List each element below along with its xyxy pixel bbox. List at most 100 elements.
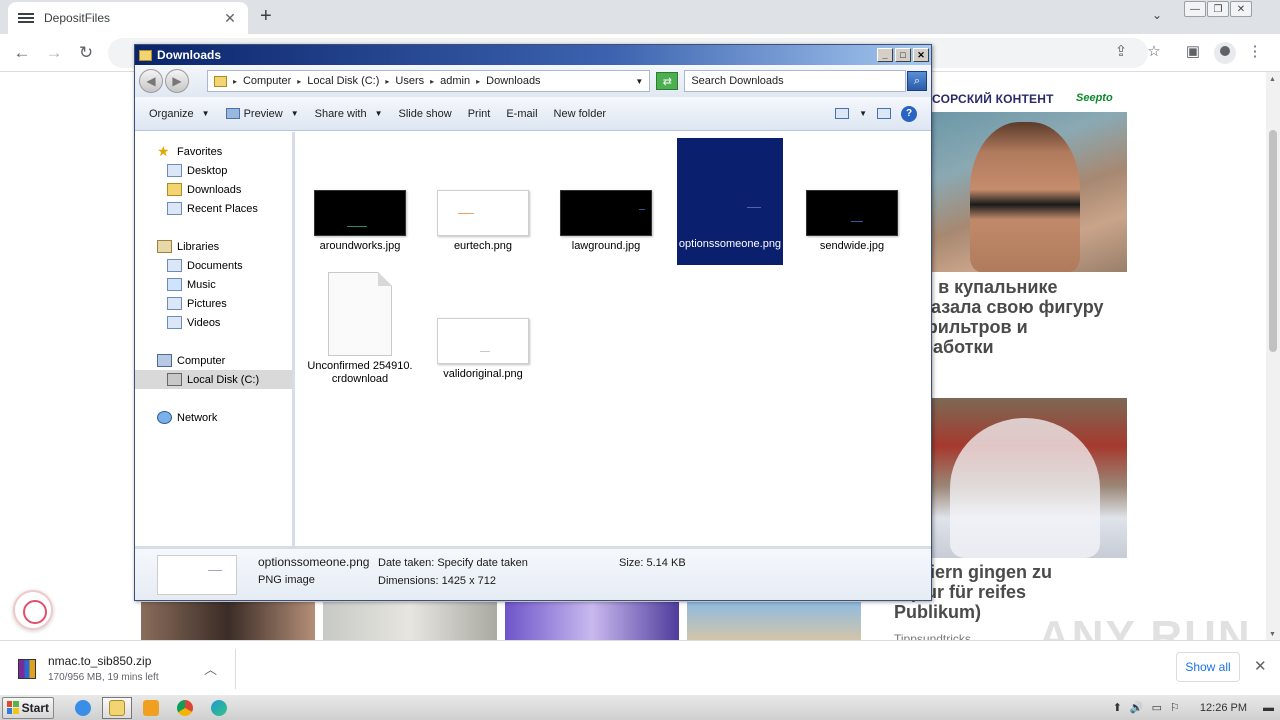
- refresh-icon[interactable]: ⇄: [656, 72, 679, 90]
- chevron-right-icon[interactable]: ▸: [297, 77, 301, 86]
- side-panel-icon[interactable]: ▣: [1182, 42, 1204, 60]
- chevron-right-icon[interactable]: ▸: [430, 77, 434, 86]
- back-icon[interactable]: ←: [10, 42, 34, 64]
- file-item-selected[interactable]: optionssomeone.png: [677, 138, 783, 265]
- slide-show-button[interactable]: Slide show: [399, 108, 452, 120]
- chevron-right-icon[interactable]: ▸: [476, 77, 480, 86]
- bookmark-star-icon[interactable]: ☆: [1143, 42, 1165, 60]
- new-tab-button[interactable]: +: [260, 6, 272, 26]
- nav-network[interactable]: Network: [135, 408, 292, 427]
- ad-photo-bride[interactable]: [930, 398, 1127, 558]
- file-item[interactable]: eurtech.png: [430, 140, 536, 253]
- ad-thumbnail[interactable]: [505, 602, 679, 640]
- page-scrollbar[interactable]: ▲ ▼: [1266, 72, 1280, 640]
- media-player-icon[interactable]: [136, 697, 166, 719]
- desktop-icon: [167, 164, 182, 177]
- minimize-button[interactable]: —: [1184, 1, 1206, 17]
- chevron-down-icon[interactable]: ▼: [859, 109, 867, 118]
- nav-local-disk[interactable]: Local Disk (C:): [135, 370, 292, 389]
- details-date-taken[interactable]: Date taken: Specify date taken: [378, 557, 528, 569]
- explorer-maximize-button[interactable]: □: [895, 48, 911, 62]
- breadcrumb-computer[interactable]: Computer: [243, 75, 291, 87]
- forward-icon[interactable]: →: [42, 42, 66, 64]
- nav-downloads[interactable]: Downloads: [135, 180, 292, 199]
- nav-label: Downloads: [187, 183, 242, 196]
- chevron-right-icon[interactable]: ▸: [233, 77, 237, 86]
- ad-logo[interactable]: Seepto: [1076, 92, 1113, 104]
- nav-videos[interactable]: Videos: [135, 313, 292, 332]
- preview-button[interactable]: Preview ▼: [225, 108, 299, 120]
- email-button[interactable]: E-mail: [506, 108, 537, 120]
- new-folder-button[interactable]: New folder: [554, 108, 607, 120]
- download-item[interactable]: nmac.to_sib850.zip 170/956 MB, 19 mins l…: [8, 649, 236, 689]
- network-tray-icon[interactable]: ▭: [1152, 701, 1162, 714]
- nav-pictures[interactable]: Pictures: [135, 294, 292, 313]
- breadcrumb-downloads[interactable]: Downloads: [486, 75, 540, 87]
- search-icon[interactable]: ⌕: [907, 71, 927, 91]
- tab-search-icon[interactable]: ⌄: [1152, 8, 1162, 22]
- search-input[interactable]: Search Downloads: [684, 70, 907, 92]
- file-item[interactable]: sendwide.jpg: [799, 140, 905, 253]
- reload-icon[interactable]: ↻: [74, 42, 98, 64]
- profile-avatar-icon[interactable]: [1214, 42, 1236, 64]
- scroll-up-icon[interactable]: ▲: [1269, 76, 1276, 83]
- share-icon[interactable]: ⇪: [1110, 42, 1132, 60]
- browser-tab[interactable]: DepositFiles ✕: [8, 2, 248, 34]
- ad-headline-1[interactable]: и в купальнике казала свою фигуру фильтр…: [922, 277, 1122, 357]
- nav-favorites[interactable]: ★ Favorites: [135, 142, 292, 161]
- explorer-title-bar[interactable]: Downloads _ □ ✕: [135, 45, 931, 65]
- share-with-button[interactable]: Share with ▼: [315, 108, 383, 120]
- nav-libraries[interactable]: Libraries: [135, 237, 292, 256]
- internet-explorer-icon[interactable]: [68, 697, 98, 719]
- tray-arrow-icon[interactable]: ⬆: [1113, 701, 1122, 714]
- breadcrumb-users[interactable]: Users: [395, 75, 424, 87]
- change-view-icon[interactable]: [835, 108, 850, 119]
- chrome-icon[interactable]: [170, 697, 200, 719]
- preview-pane-icon[interactable]: [877, 108, 891, 119]
- edge-icon[interactable]: [204, 697, 234, 719]
- nav-music[interactable]: Music: [135, 275, 292, 294]
- show-all-button[interactable]: Show all: [1176, 652, 1240, 682]
- restore-button[interactable]: ❐: [1207, 1, 1229, 17]
- explorer-close-button[interactable]: ✕: [913, 48, 929, 62]
- breadcrumb-admin[interactable]: admin: [440, 75, 470, 87]
- ad-thumbnail[interactable]: [687, 602, 861, 640]
- print-button[interactable]: Print: [468, 108, 491, 120]
- start-button[interactable]: Start: [2, 696, 54, 719]
- organize-button[interactable]: Organize ▼: [149, 108, 210, 120]
- breadcrumb-local-disk[interactable]: Local Disk (C:): [307, 75, 379, 87]
- menu-kebab-icon[interactable]: ⋮: [1244, 42, 1266, 60]
- file-item[interactable]: Unconfirmed 254910.crdownload: [307, 272, 413, 386]
- volume-icon[interactable]: 🔊: [1130, 701, 1144, 714]
- explorer-taskbar-icon[interactable]: [102, 696, 132, 719]
- folder-icon: [139, 49, 152, 61]
- chevron-right-icon[interactable]: ▸: [385, 77, 389, 86]
- nav-recent-places[interactable]: Recent Places: [135, 199, 292, 218]
- close-download-bar-icon[interactable]: ✕: [1254, 657, 1267, 675]
- nav-desktop[interactable]: Desktop: [135, 161, 292, 180]
- flag-icon[interactable]: ⚐: [1170, 701, 1180, 714]
- ad-thumbnail[interactable]: [141, 602, 315, 640]
- ad-thumbnail[interactable]: [323, 602, 497, 640]
- chevron-down-icon: ▼: [374, 109, 383, 118]
- nav-documents[interactable]: Documents: [135, 256, 292, 275]
- file-item[interactable]: lawground.jpg: [553, 140, 659, 253]
- show-desktop-icon[interactable]: ▬: [1263, 702, 1274, 714]
- chevron-up-icon[interactable]: ︿: [204, 659, 217, 678]
- forward-arrow-icon[interactable]: ▶: [164, 69, 189, 93]
- tab-close-icon[interactable]: ✕: [222, 10, 238, 27]
- close-window-button[interactable]: ✕: [1230, 1, 1252, 17]
- explorer-minimize-button[interactable]: _: [877, 48, 893, 62]
- nav-computer[interactable]: Computer: [135, 351, 292, 370]
- file-item[interactable]: aroundworks.jpg: [307, 140, 413, 253]
- cookie-settings-icon[interactable]: [13, 590, 53, 630]
- breadcrumb[interactable]: ▸ Computer ▸ Local Disk (C:) ▸ Users ▸ a…: [206, 70, 651, 92]
- scrollbar-thumb[interactable]: [1269, 130, 1277, 352]
- help-icon[interactable]: ?: [901, 105, 917, 122]
- clock[interactable]: 12:26 PM: [1200, 702, 1247, 714]
- back-arrow-icon[interactable]: ◀: [139, 69, 163, 93]
- chevron-down-icon[interactable]: ▼: [635, 77, 643, 86]
- file-item[interactable]: validoriginal.png: [430, 268, 536, 381]
- scroll-down-icon[interactable]: ▼: [1269, 631, 1276, 638]
- ad-photo-beach[interactable]: [930, 112, 1127, 272]
